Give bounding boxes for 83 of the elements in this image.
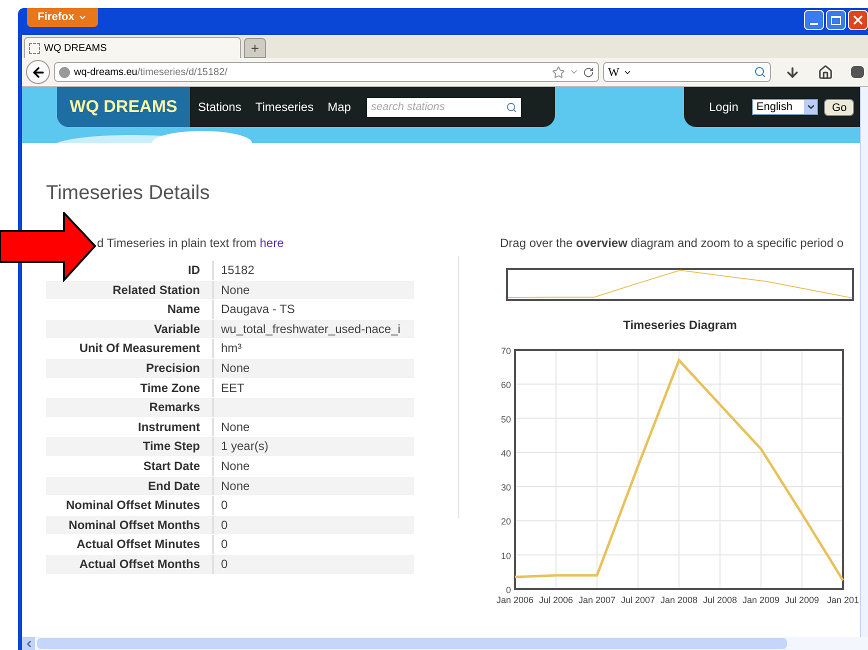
field-value: 15182	[220, 262, 254, 279]
field-label: Variable	[152, 320, 201, 338]
x-tick-label: Jan 2007	[578, 595, 616, 605]
y-tick-label: 60	[500, 380, 511, 390]
field-value: None	[220, 458, 250, 475]
here-link[interactable]: here	[260, 236, 284, 250]
site-logo[interactable]: WQ DREAMS	[57, 87, 190, 127]
y-tick-label: 10	[500, 550, 511, 561]
search-field[interactable]: W	[603, 62, 771, 82]
language-select[interactable]: English	[752, 99, 818, 115]
maximize-button[interactable]	[826, 10, 846, 30]
caret-icon	[804, 100, 818, 114]
field-label: Remarks	[148, 399, 201, 416]
field-value: 0	[220, 556, 228, 573]
close-icon	[851, 13, 865, 27]
field-label: Actual Offset Months	[78, 556, 201, 573]
field-label: End Date	[146, 478, 201, 495]
back-button[interactable]	[26, 60, 50, 84]
caret-icon	[78, 13, 88, 22]
login-link[interactable]: Login	[709, 98, 738, 116]
x-tick-label: Jul 2008	[702, 595, 738, 605]
field-label: Time Step	[142, 438, 201, 456]
field-label: ID	[187, 262, 201, 279]
search-icon[interactable]	[754, 66, 766, 78]
close-button[interactable]	[848, 10, 868, 30]
scroll-left-button[interactable]	[22, 637, 35, 650]
field-label: Precision	[144, 360, 201, 377]
field-label: Nominal Offset Minutes	[64, 497, 201, 514]
new-tab-button[interactable]: +	[244, 38, 266, 58]
download-icon[interactable]	[785, 64, 800, 80]
y-tick-label: 30	[500, 482, 511, 493]
search-engine-label: W	[608, 64, 620, 81]
field-value: wu_total_freshwater_used-nace_i	[220, 320, 400, 338]
field-value: 0	[220, 536, 228, 554]
field-value: Daugava - TS	[220, 301, 295, 318]
x-tick-label: Jul 2007	[620, 595, 656, 605]
page-icon	[29, 42, 40, 54]
field-value: hm³	[220, 340, 242, 358]
y-tick-label: 50	[500, 414, 511, 424]
field-value: 0	[220, 516, 228, 534]
star-icon[interactable]	[552, 66, 565, 78]
y-tick-label: 20	[500, 516, 511, 527]
field-value: EET	[220, 380, 244, 397]
chart-title: Timeseries Diagram	[622, 318, 738, 332]
x-tick-label: Jul 2006	[538, 595, 574, 605]
field-value: 0	[220, 497, 228, 514]
home-icon[interactable]	[818, 64, 833, 80]
field-label: Nominal Offset Months	[68, 516, 201, 534]
field-label: Instrument	[136, 418, 201, 436]
y-tick-label: 0	[506, 585, 511, 595]
go-button[interactable]: Go	[824, 98, 854, 116]
page-title: Timeseries Details	[46, 181, 211, 205]
minimize-button[interactable]	[804, 10, 824, 30]
field-value: None	[220, 478, 250, 495]
y-tick-label: 70	[500, 346, 511, 356]
x-tick-label: Jul 2009	[784, 595, 820, 605]
scrollbar-thumb[interactable]	[37, 638, 787, 649]
field-value: 1 year(s)	[220, 438, 268, 456]
reload-icon[interactable]	[583, 66, 594, 78]
nav-link[interactable]: Stations	[198, 98, 242, 116]
vertical-scrollbar[interactable]	[860, 87, 868, 637]
nav-link[interactable]: Map	[328, 98, 351, 116]
x-tick-label: Jan 2008	[660, 595, 698, 605]
instruction-text: Drag over the overview diagram and zoom to a specific period o	[500, 235, 845, 251]
field-label: Actual Offset Minutes	[76, 536, 201, 554]
field-value: None	[220, 360, 250, 377]
field-label: Name	[166, 301, 201, 318]
url-text: wq-dreams.eu/timeseries/d/15182/	[74, 66, 228, 80]
search-icon	[506, 102, 517, 112]
field-value: None	[220, 418, 250, 436]
field-label: Unit Of Measurement	[78, 340, 201, 358]
x-tick-label: Jan 2009	[742, 595, 780, 605]
address-bar[interactable]: wq-dreams.eu/timeseries/d/15182/	[54, 62, 599, 82]
browser-tab[interactable]: WQ DREAMS	[24, 37, 241, 58]
x-tick-label: Jan 201	[826, 595, 860, 605]
field-label: Start Date	[142, 458, 201, 475]
y-tick-label: 40	[500, 448, 511, 458]
field-label: Related Station	[112, 282, 201, 299]
horizontal-scrollbar[interactable]	[22, 637, 868, 650]
nav-link[interactable]: Timeseries	[255, 98, 314, 116]
field-value: None	[220, 282, 250, 299]
x-tick-label: Jan 2006	[496, 595, 534, 605]
field-label: Time Zone	[139, 380, 201, 397]
